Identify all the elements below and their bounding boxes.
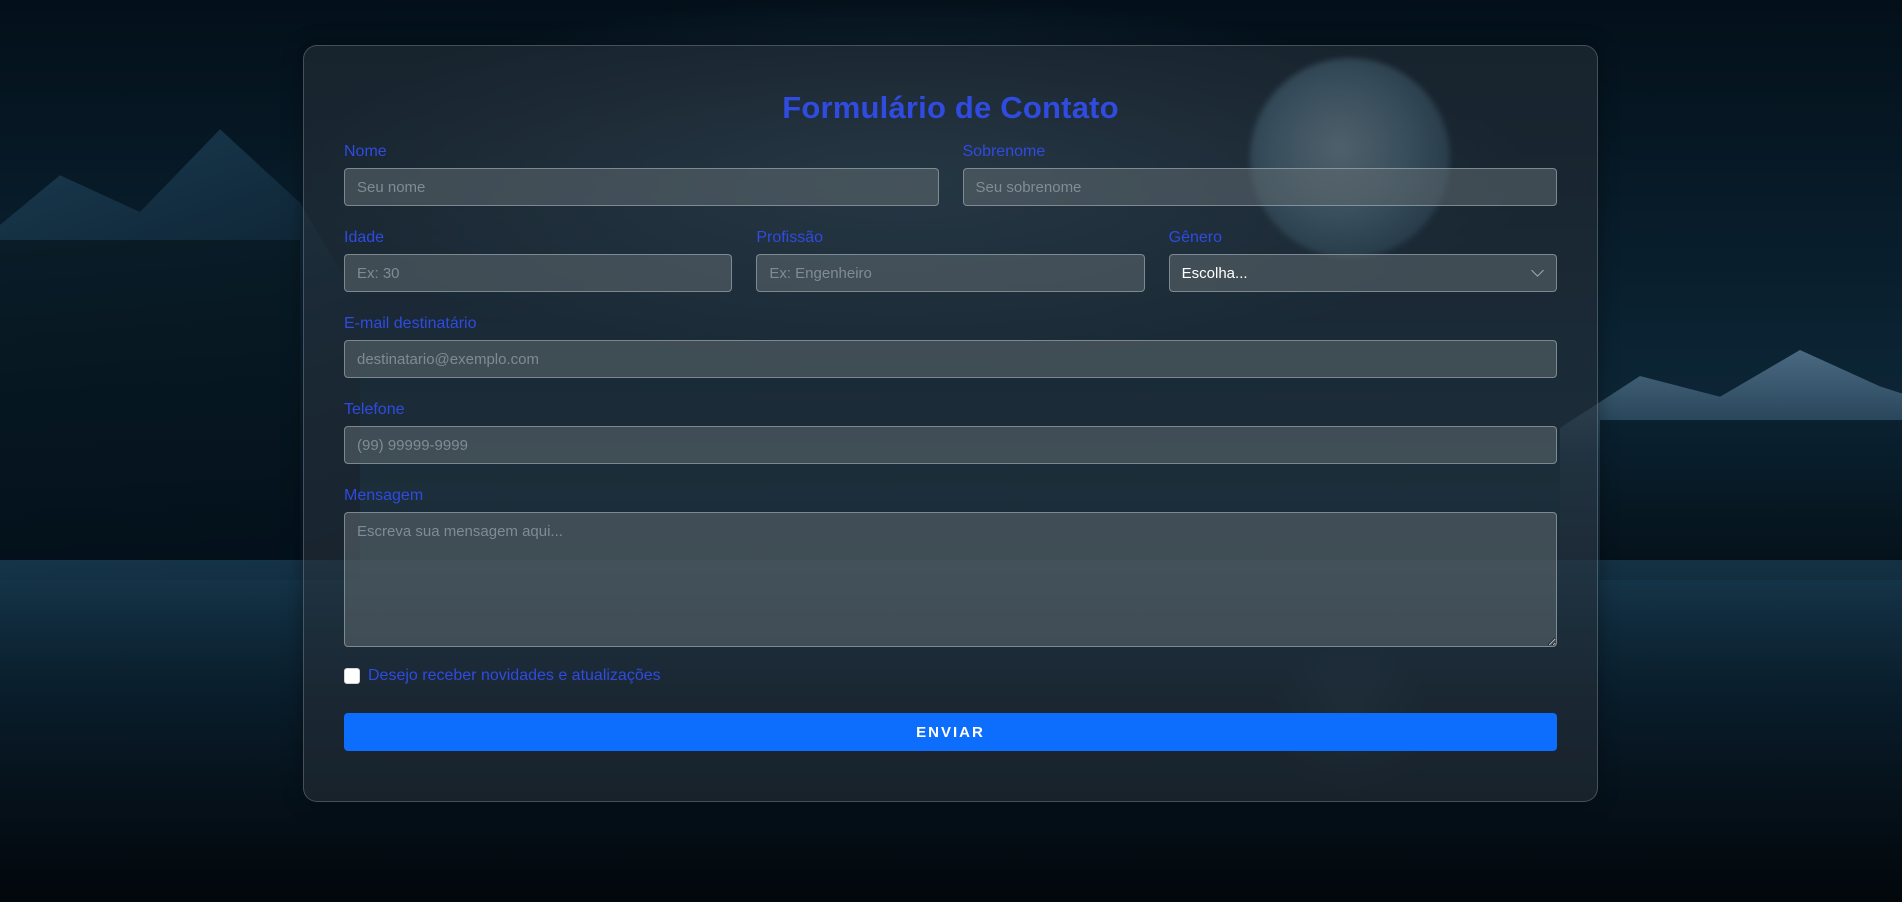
first-name-input[interactable] bbox=[344, 168, 939, 206]
name-row: Nome Sobrenome bbox=[344, 142, 1557, 206]
profession-group: Profissão bbox=[756, 228, 1145, 292]
last-name-input[interactable] bbox=[962, 168, 1557, 206]
gender-label: Gênero bbox=[1168, 229, 1223, 246]
forest-right bbox=[1600, 420, 1902, 580]
first-name-label: Nome bbox=[344, 143, 387, 160]
submit-button[interactable]: ENVIAR bbox=[344, 713, 1557, 751]
contact-form: Formulário de Contato Nome Sobrenome Ida… bbox=[303, 45, 1598, 802]
gender-selected-value: Escolha... bbox=[1181, 264, 1248, 282]
message-label: Mensagem bbox=[344, 487, 424, 504]
email-group: E-mail destinatário bbox=[344, 314, 1557, 378]
forest-left bbox=[0, 240, 300, 560]
message-group: Mensagem bbox=[344, 486, 1557, 647]
newsletter-row: Desejo receber novidades e atualizações bbox=[344, 665, 1557, 687]
chevron-down-icon bbox=[1531, 264, 1544, 277]
form-title: Formulário de Contato bbox=[782, 90, 1119, 125]
last-name-label: Sobrenome bbox=[962, 143, 1046, 160]
age-group: Idade bbox=[344, 228, 733, 292]
first-name-group: Nome bbox=[344, 142, 939, 206]
gender-group: Gênero Escolha... bbox=[1168, 228, 1557, 292]
email-input[interactable] bbox=[344, 340, 1557, 378]
phone-label: Telefone bbox=[344, 401, 405, 418]
details-row: Idade Profissão Gênero Escolha... bbox=[344, 228, 1557, 292]
profession-input[interactable] bbox=[756, 254, 1145, 292]
email-label: E-mail destinatário bbox=[344, 315, 477, 332]
profession-label: Profissão bbox=[756, 229, 824, 246]
newsletter-checkbox[interactable] bbox=[344, 668, 360, 684]
gender-select[interactable]: Escolha... bbox=[1168, 254, 1557, 292]
last-name-group: Sobrenome bbox=[962, 142, 1557, 206]
phone-group: Telefone bbox=[344, 400, 1557, 464]
message-textarea[interactable] bbox=[344, 512, 1557, 647]
newsletter-label[interactable]: Desejo receber novidades e atualizações bbox=[368, 667, 661, 685]
age-input[interactable] bbox=[344, 254, 733, 292]
phone-input[interactable] bbox=[344, 426, 1557, 464]
age-label: Idade bbox=[344, 229, 385, 246]
